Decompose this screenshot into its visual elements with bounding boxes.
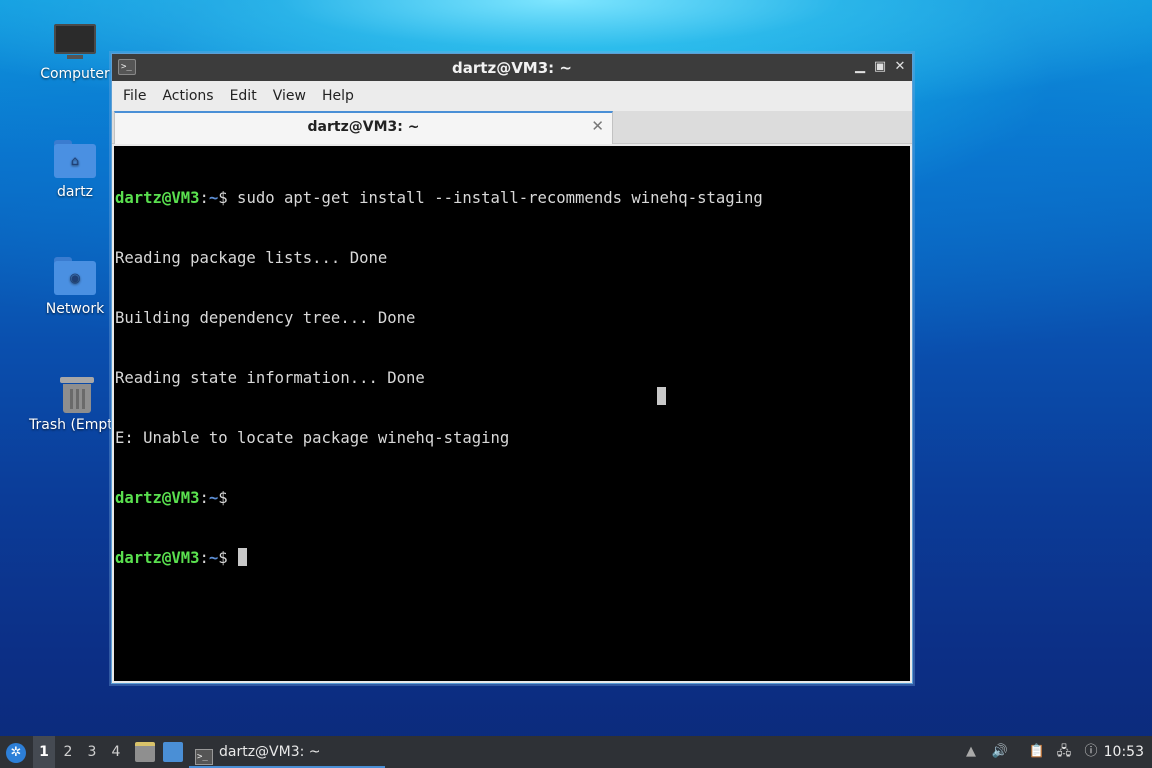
prompt-colon: :	[199, 549, 209, 567]
text-cursor	[238, 548, 248, 566]
menu-file[interactable]: File	[116, 88, 153, 104]
lubuntu-logo-icon: ✲	[6, 743, 26, 763]
terminal-output[interactable]: dartz@VM3:~$ sudo apt-get install --inst…	[114, 146, 910, 681]
show-desktop-icon[interactable]	[163, 742, 183, 762]
prompt-symbol: $	[218, 489, 228, 507]
terminal-task-icon: >_	[195, 749, 213, 765]
prompt-user: dartz@VM3	[115, 549, 200, 567]
prompt-symbol: $	[218, 189, 228, 207]
menu-bar: File Actions Edit View Help	[112, 81, 912, 111]
desktop-icon-label: Network	[45, 301, 105, 317]
task-label: dartz@VM3: ~	[219, 744, 321, 760]
command-text	[228, 549, 237, 567]
desktop-icon-home[interactable]: ⌂ dartz	[25, 140, 125, 200]
window-titlebar[interactable]: >_ dartz@VM3: ~ ▁ ▣ ✕	[112, 54, 912, 81]
terminal-line: dartz@VM3:~$	[115, 548, 910, 568]
mouse-cursor-block	[657, 387, 666, 405]
terminal-line: Reading state information... Done	[115, 369, 425, 387]
tray-expand-icon[interactable]: ▲	[962, 743, 980, 761]
menu-view[interactable]: View	[266, 88, 313, 104]
prompt-user: dartz@VM3	[115, 189, 200, 207]
trash-icon	[55, 373, 99, 413]
terminal-window: >_ dartz@VM3: ~ ▁ ▣ ✕ File Actions Edit …	[111, 53, 913, 684]
tab-terminal[interactable]: dartz@VM3: ~ ✕	[114, 111, 613, 144]
prompt-colon: :	[199, 489, 209, 507]
close-button[interactable]: ✕	[892, 59, 908, 75]
minimize-button[interactable]: ▁	[852, 59, 868, 75]
taskbar: ✲ 1 2 3 4 >_ dartz@VM3: ~ ▲ 🔊 📋 🖧 ⓘ 10:53	[0, 736, 1152, 768]
update-notifier-icon[interactable]: ⓘ	[1082, 743, 1100, 761]
desktop-icon-network[interactable]: ◉ Network	[25, 257, 125, 317]
terminal-line: dartz@VM3:~$	[115, 488, 910, 508]
clock[interactable]: 10:53	[1104, 736, 1144, 768]
prompt-user: dartz@VM3	[115, 489, 200, 507]
network-status-icon[interactable]: 🖧	[1055, 743, 1073, 761]
prompt-colon: :	[199, 189, 209, 207]
terminal-error-line: E: Unable to locate package winehq-stagi…	[115, 429, 510, 447]
computer-icon	[53, 22, 97, 62]
tab-label: dartz@VM3: ~	[307, 119, 420, 135]
terminal-line: dartz@VM3:~$ sudo apt-get install --inst…	[115, 188, 910, 208]
home-folder-icon: ⌂	[53, 140, 97, 180]
tab-bar: dartz@VM3: ~ ✕	[112, 111, 912, 144]
prompt-path: ~	[208, 489, 219, 507]
workspace-1[interactable]: 1	[33, 736, 55, 768]
prompt-symbol: $	[218, 549, 228, 567]
workspace-3[interactable]: 3	[81, 736, 103, 768]
workspace-2[interactable]: 2	[57, 736, 79, 768]
desktop-icon-trash[interactable]: Trash (Empt	[19, 373, 115, 433]
network-folder-icon: ◉	[53, 257, 97, 297]
menu-edit[interactable]: Edit	[223, 88, 264, 104]
desktop-icon-computer[interactable]: Computer	[25, 22, 125, 82]
terminal-line: Reading package lists... Done	[115, 249, 388, 267]
prompt-path: ~	[208, 549, 219, 567]
menu-actions[interactable]: Actions	[155, 88, 220, 104]
clipboard-icon[interactable]: 📋	[1028, 743, 1046, 761]
desktop-icon-label: Trash (Empt	[29, 417, 113, 433]
tab-close-icon[interactable]: ✕	[591, 117, 604, 135]
maximize-button[interactable]: ▣	[872, 59, 888, 75]
desktop-icon-label: Computer	[40, 66, 110, 82]
taskbar-task-terminal[interactable]: >_ dartz@VM3: ~	[189, 736, 385, 768]
terminal-line: Building dependency tree... Done	[115, 309, 416, 327]
file-manager-launcher-icon[interactable]	[135, 742, 155, 762]
window-title: dartz@VM3: ~	[452, 59, 572, 77]
prompt-path: ~	[208, 189, 219, 207]
workspace-4[interactable]: 4	[105, 736, 127, 768]
command-text: sudo apt-get install --install-recommend…	[227, 189, 763, 207]
desktop-icon-label: dartz	[56, 184, 94, 200]
menu-help[interactable]: Help	[315, 88, 361, 104]
start-menu-button[interactable]: ✲	[4, 736, 28, 768]
volume-icon[interactable]: 🔊	[991, 743, 1009, 761]
